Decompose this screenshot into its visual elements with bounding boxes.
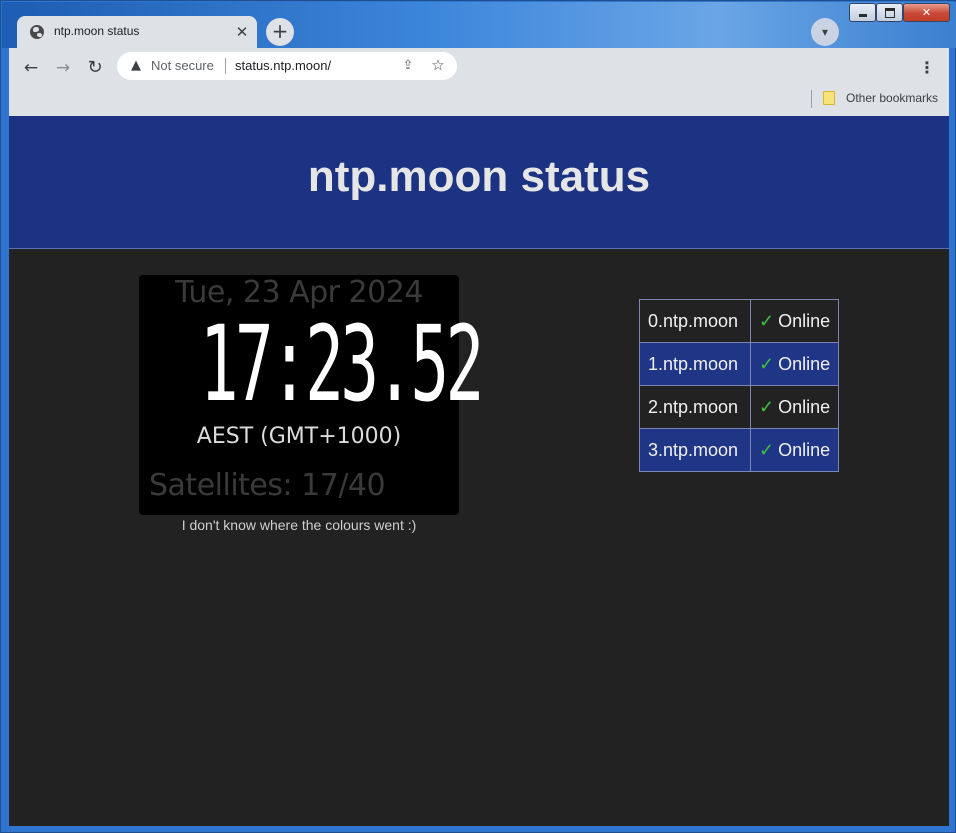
clock-time: 17:23.52: [199, 303, 485, 425]
close-window-button[interactable]: [903, 3, 950, 22]
check-icon: ✓: [759, 439, 775, 460]
bookmarks-divider: [811, 90, 812, 108]
tab-strip: ntp.moon status ✕ + ▾: [2, 2, 956, 49]
table-row: 0.ntp.moon ✓ Online: [639, 299, 840, 343]
url-text[interactable]: status.ntp.moon/: [235, 58, 331, 73]
close-icon[interactable]: ✕: [233, 23, 251, 41]
maximize-button[interactable]: [876, 3, 903, 22]
satellites-count: Satellites: 17/40: [149, 468, 386, 503]
browser-toolbar: ← → ↻ ▲ Not secure status.ntp.moon/ ⇪ ☆ …: [9, 48, 949, 116]
server-status: ✓ Online: [749, 342, 840, 386]
address-divider: [225, 58, 226, 74]
server-status-table: 0.ntp.moon ✓ Online 1.ntp.moon ✓ Online 2.…: [639, 299, 840, 472]
browser-window: ntp.moon status ✕ + ▾ ← → ↻ ▲ Not secure…: [0, 0, 956, 833]
warning-icon[interactable]: ▲: [128, 58, 144, 74]
kebab-menu-icon[interactable]: ⋮: [917, 56, 937, 80]
chevron-down-icon: ▾: [821, 25, 829, 39]
new-tab-button[interactable]: +: [266, 18, 294, 46]
status-label: Online: [778, 396, 831, 417]
table-row: 1.ntp.moon ✓ Online: [639, 342, 840, 386]
clock-panel: Tue, 23 Apr 2024 17:23.52 AEST (GMT+1000…: [139, 275, 485, 515]
back-arrow-icon[interactable]: ←: [19, 56, 43, 80]
other-bookmarks-label: Other bookmarks: [846, 91, 939, 105]
security-label[interactable]: Not secure: [151, 58, 214, 73]
address-bar[interactable]: ▲ Not secure status.ntp.moon/ ⇪ ☆: [117, 52, 457, 80]
minimize-button[interactable]: [849, 3, 876, 22]
server-status: ✓ Online: [749, 385, 840, 429]
server-host: 3.ntp.moon: [639, 428, 751, 472]
server-status: ✓ Online: [749, 299, 840, 343]
plus-icon: +: [271, 19, 289, 43]
page-title: ntp.moon status: [307, 152, 651, 201]
status-label: Online: [778, 439, 831, 460]
clock-caption: I don't know where the colours went :): [181, 517, 417, 533]
check-icon: ✓: [759, 310, 775, 331]
star-icon[interactable]: ☆: [429, 56, 447, 74]
page-content: ntp.moon status Tue, 23 Apr 2024 17:23.5…: [9, 116, 949, 826]
server-host: 1.ntp.moon: [639, 342, 751, 386]
tab-ntp-moon-status[interactable]: ntp.moon status ✕: [17, 16, 257, 49]
reload-icon[interactable]: ↻: [83, 56, 107, 80]
clock-timezone: AEST (GMT+1000): [196, 424, 402, 449]
table-row: 2.ntp.moon ✓ Online: [639, 385, 840, 429]
server-status: ✓ Online: [749, 428, 840, 472]
check-icon: ✓: [759, 353, 775, 374]
server-host: 2.ntp.moon: [639, 385, 751, 429]
header-banner: ntp.moon status: [9, 116, 949, 249]
check-icon: ✓: [759, 396, 775, 417]
table-row: 3.ntp.moon ✓ Online: [639, 428, 840, 472]
folder-icon: [823, 91, 835, 105]
globe-icon: [30, 25, 44, 39]
status-label: Online: [778, 353, 831, 374]
forward-arrow-icon[interactable]: →: [51, 56, 75, 80]
server-host: 0.ntp.moon: [639, 299, 751, 343]
tab-search-button[interactable]: ▾: [811, 18, 839, 46]
share-icon[interactable]: ⇪: [399, 57, 417, 75]
tab-title: ntp.moon status: [54, 24, 140, 38]
status-label: Online: [778, 310, 831, 331]
